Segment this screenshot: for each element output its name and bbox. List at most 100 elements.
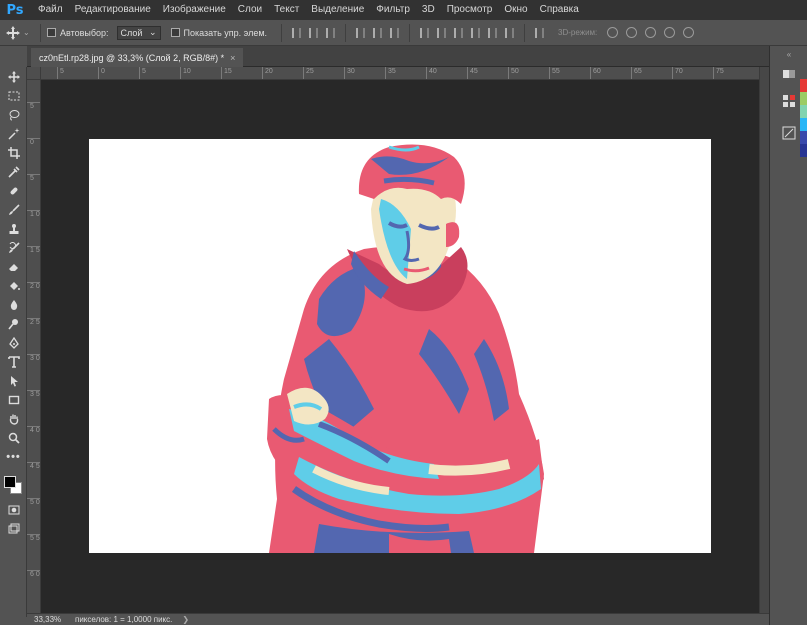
document-tab[interactable]: cz0nEtl.rp28.jpg @ 33,3% (Слой 2, RGB/8#… bbox=[31, 48, 244, 67]
quick-mask-tool[interactable] bbox=[0, 500, 27, 519]
type-tool[interactable] bbox=[0, 352, 27, 371]
align-top-icon[interactable] bbox=[292, 27, 302, 38]
ruler-tick-label: 70 bbox=[672, 67, 683, 79]
autoselect-target-value: Слой bbox=[120, 27, 143, 38]
eraser-tool[interactable] bbox=[0, 257, 27, 276]
document-canvas[interactable] bbox=[89, 139, 711, 553]
distribute-right-icon[interactable] bbox=[505, 27, 515, 38]
history-brush-tool[interactable] bbox=[0, 238, 27, 257]
hand-tool[interactable] bbox=[0, 409, 27, 428]
arrow-cursor-icon bbox=[10, 375, 18, 386]
distribute-top-icon[interactable] bbox=[420, 27, 430, 38]
quick-selection-tool[interactable] bbox=[0, 124, 27, 143]
3d-mode-label: 3D-режим: bbox=[558, 28, 598, 37]
align-left-icon[interactable] bbox=[356, 27, 366, 38]
paint-bucket-tool[interactable] bbox=[0, 276, 27, 295]
align-horizontal-center-icon[interactable] bbox=[373, 27, 383, 38]
rectangle-tool[interactable] bbox=[0, 390, 27, 409]
crop-tool[interactable] bbox=[0, 143, 27, 162]
brush-tool[interactable] bbox=[0, 200, 27, 219]
status-bar: 33,33% пикселов: 1 = 1,0000 пикс. ❯ bbox=[27, 613, 769, 625]
screen-mode-tool[interactable] bbox=[0, 519, 27, 538]
menu-window[interactable]: Окно bbox=[498, 0, 533, 20]
3d-scale-icon[interactable] bbox=[683, 27, 695, 38]
show-transform-controls-label: Показать упр. элем. bbox=[183, 27, 268, 38]
menu-view[interactable]: Просмотр bbox=[441, 0, 499, 20]
magnifier-icon bbox=[8, 432, 20, 444]
healing-brush-tool[interactable] bbox=[0, 181, 27, 200]
swatch[interactable] bbox=[800, 79, 807, 92]
menu-filter[interactable]: Фильтр bbox=[370, 0, 416, 20]
auto-align-layers-icon[interactable] bbox=[535, 27, 545, 38]
menu-type[interactable]: Текст bbox=[268, 0, 305, 20]
ruler-origin[interactable] bbox=[27, 67, 41, 80]
divider bbox=[40, 23, 41, 42]
ruler-tick-label: 10 bbox=[180, 67, 191, 79]
distribute-vertical-center-icon[interactable] bbox=[437, 27, 447, 38]
ruler-tick-label: 5 bbox=[139, 67, 146, 79]
distribute-bottom-icon[interactable] bbox=[454, 27, 464, 38]
swatch[interactable] bbox=[800, 105, 807, 118]
tools-panel: ••• bbox=[0, 67, 27, 617]
ruler-tick-label: 55 bbox=[549, 67, 560, 79]
foreground-color[interactable] bbox=[4, 476, 16, 488]
move-tool-preset-picker[interactable]: ⌄ bbox=[6, 23, 34, 43]
align-right-icon[interactable] bbox=[390, 27, 400, 38]
pen-icon bbox=[8, 336, 19, 349]
dodge-tool[interactable] bbox=[0, 314, 27, 333]
menu-image[interactable]: Изображение bbox=[157, 0, 232, 20]
checkbox-box[interactable] bbox=[47, 28, 56, 37]
horizontal-ruler[interactable]: 5 0 5 10 15 20 25 30 35 40 45 50 55 60 65 70 75 bbox=[41, 67, 759, 80]
zoom-tool[interactable] bbox=[0, 428, 27, 447]
close-icon[interactable]: × bbox=[230, 53, 235, 63]
menu-edit[interactable]: Редактирование bbox=[69, 0, 157, 20]
menu-file[interactable]: Файл bbox=[32, 0, 69, 20]
show-transform-controls-checkbox[interactable]: Показать упр. элем. bbox=[170, 27, 268, 38]
zoom-level[interactable]: 33,33% bbox=[27, 615, 61, 624]
blur-tool[interactable] bbox=[0, 295, 27, 314]
move-tool[interactable] bbox=[0, 67, 27, 86]
distribute-horizontal-center-icon[interactable] bbox=[488, 27, 498, 38]
vertical-scrollbar[interactable] bbox=[759, 67, 769, 613]
status-menu-arrow-icon[interactable]: ❯ bbox=[182, 615, 189, 624]
pen-tool[interactable] bbox=[0, 333, 27, 352]
distribute-left-icon[interactable] bbox=[471, 27, 481, 38]
color-swatch-strip bbox=[800, 79, 807, 157]
canvas-workspace[interactable] bbox=[41, 80, 759, 613]
chevron-down-icon: ⌄ bbox=[23, 28, 30, 37]
3d-slide-icon[interactable] bbox=[664, 27, 676, 38]
more-tools[interactable]: ••• bbox=[0, 447, 27, 466]
3d-pan-icon[interactable] bbox=[645, 27, 657, 38]
menu-layers[interactable]: Слои bbox=[232, 0, 268, 20]
clone-stamp-tool[interactable] bbox=[0, 219, 27, 238]
lasso-tool[interactable] bbox=[0, 105, 27, 124]
marquee-tool[interactable] bbox=[0, 86, 27, 105]
3d-rotate-icon[interactable] bbox=[607, 27, 619, 38]
eyedropper-icon bbox=[7, 165, 20, 178]
autoselect-target-select[interactable]: Слой ⌄ bbox=[116, 25, 161, 40]
menu-help[interactable]: Справка bbox=[534, 0, 585, 20]
swatch[interactable] bbox=[800, 144, 807, 157]
path-selection-tool[interactable] bbox=[0, 371, 27, 390]
vertical-ruler[interactable]: 5 0 5 1 0 1 5 2 0 2 5 3 0 3 5 4 0 4 5 5 0 5 5 6 0 bbox=[27, 80, 41, 613]
panel-collapse-icon[interactable]: « bbox=[770, 46, 807, 62]
drop-icon bbox=[10, 299, 17, 310]
autoselect-checkbox[interactable]: Автовыбор: bbox=[47, 28, 109, 38]
checkbox-box[interactable] bbox=[170, 28, 180, 37]
3d-roll-icon[interactable] bbox=[626, 27, 638, 38]
grid-icon bbox=[783, 95, 795, 107]
align-bottom-icon[interactable] bbox=[326, 27, 336, 38]
options-bar: ⌄ Автовыбор: Слой ⌄ Показать упр. элем. … bbox=[0, 20, 807, 46]
ellipsis-icon: ••• bbox=[6, 450, 21, 463]
eyedropper-tool[interactable] bbox=[0, 162, 27, 181]
swatch[interactable] bbox=[800, 131, 807, 144]
swatch[interactable] bbox=[800, 118, 807, 131]
color-swatches[interactable] bbox=[0, 472, 27, 500]
menu-select[interactable]: Выделение bbox=[305, 0, 370, 20]
crop-icon bbox=[7, 146, 20, 159]
document-info: пикселов: 1 = 1,0000 пикс. bbox=[75, 615, 173, 624]
brush-icon bbox=[8, 203, 20, 215]
swatch[interactable] bbox=[800, 92, 807, 105]
menu-3d[interactable]: 3D bbox=[416, 0, 441, 20]
align-vertical-center-icon[interactable] bbox=[309, 27, 319, 38]
